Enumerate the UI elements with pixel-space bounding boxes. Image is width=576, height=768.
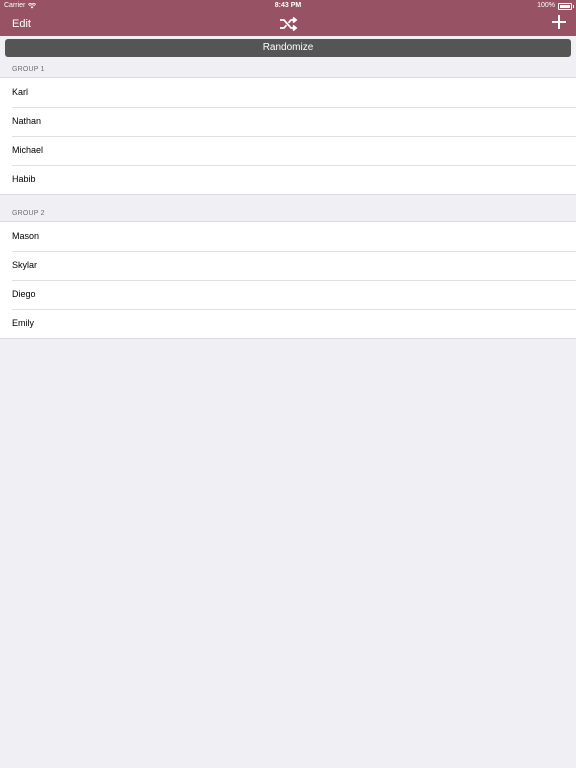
shuffle-icon[interactable] (278, 14, 298, 34)
battery-icon (558, 2, 574, 10)
list-item[interactable]: Michael (0, 136, 576, 165)
status-right: 100% (537, 0, 574, 12)
list-item[interactable]: Mason (0, 222, 576, 251)
list-item[interactable]: Habib (0, 165, 576, 194)
status-bar: Carrier 8:43 PM 100% (0, 0, 576, 12)
list-item[interactable]: Diego (0, 280, 576, 309)
nav-bar: Edit (0, 12, 576, 36)
status-time: 8:43 PM (274, 2, 302, 9)
list-item[interactable]: Karl (0, 78, 576, 107)
randomize-button[interactable]: Randomize (5, 39, 571, 57)
group-1-list: Karl Nathan Michael Habib (0, 77, 576, 195)
battery-percent: 100% (537, 2, 555, 9)
header-bar: Carrier 8:43 PM 100% Edit (0, 0, 576, 36)
group-header: GROUP 1 (12, 66, 45, 73)
plus-icon[interactable] (552, 15, 566, 29)
edit-button[interactable]: Edit (12, 16, 31, 32)
list-item[interactable]: Emily (0, 309, 576, 338)
list-item[interactable]: Skylar (0, 251, 576, 280)
list-item[interactable]: Nathan (0, 107, 576, 136)
group-2-list: Mason Skylar Diego Emily (0, 221, 576, 339)
group-header: GROUP 2 (12, 210, 45, 217)
